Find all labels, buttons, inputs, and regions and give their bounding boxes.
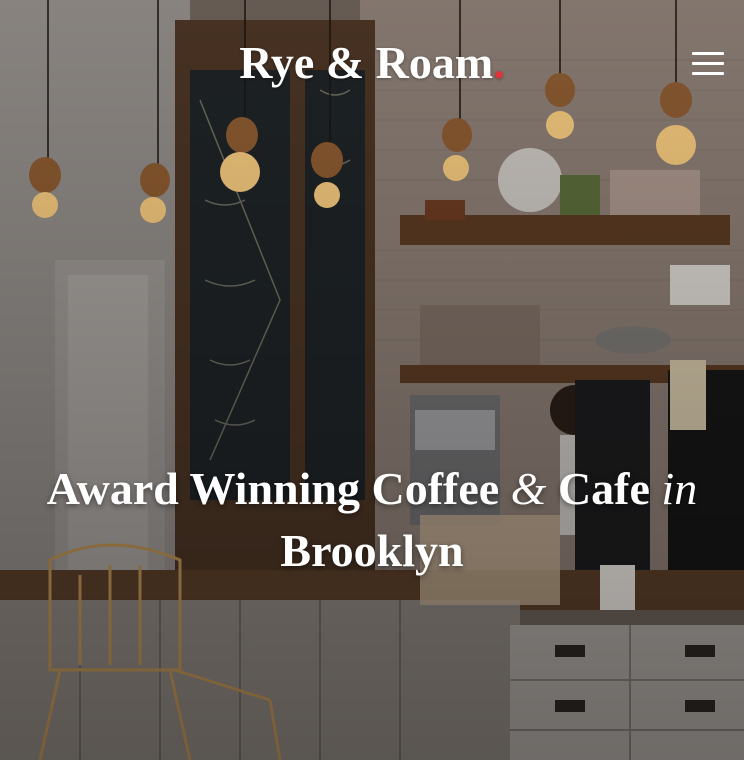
brand-name: Rye & Roam [239,37,494,88]
hero-dark-overlay [0,0,744,760]
headline-ampersand: & [510,463,547,514]
hero-section: Rye & Roam. Award Winning Coffee & Cafe … [0,0,744,760]
headline-part-b: Cafe [546,463,662,514]
menu-bar-top [692,52,724,55]
headline-in: in [661,463,698,514]
menu-bar-middle [692,62,724,65]
headline-part-c: Brooklyn [280,525,464,576]
menu-bar-bottom [692,72,724,75]
hero-headline: Award Winning Coffee & Cafe in Brooklyn [0,458,744,582]
brand-accent-dot: . [493,37,505,88]
brand-logo[interactable]: Rye & Roam. [0,36,744,89]
headline-part-a: Award Winning Coffee [46,463,511,514]
hamburger-menu-icon[interactable] [692,52,724,76]
